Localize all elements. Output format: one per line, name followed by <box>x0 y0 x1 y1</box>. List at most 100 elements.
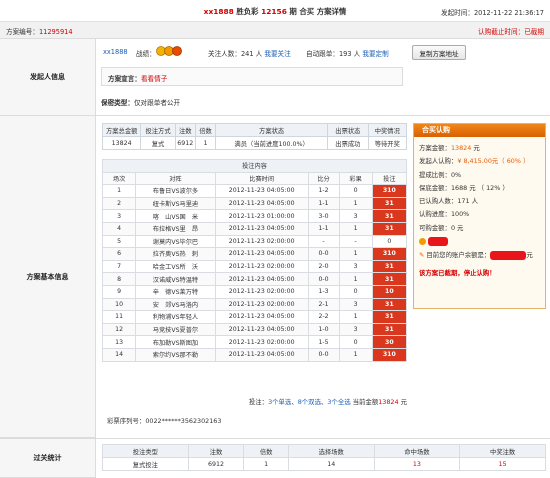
title-suffix: 合买 方案详情 <box>299 7 347 16</box>
custom-link[interactable]: 我要定制 <box>362 50 388 58</box>
page-header: xx1888 胜负彩 12156 期 合买 方案详情 发起时间：2012-11-… <box>0 0 550 22</box>
match-time: 2012-11-23 02:00:00 <box>214 259 309 274</box>
match-result: 0 <box>338 284 373 299</box>
redacted-username <box>428 236 449 246</box>
match-pick: 31 <box>371 209 408 223</box>
match-teams: 布加勒VS斯图加 <box>135 335 216 349</box>
match-result: 1 <box>338 196 373 211</box>
followers-label: 关注人数： <box>208 50 241 58</box>
match-score: 2-2 <box>307 310 340 324</box>
copy-address-button[interactable]: 复制方案地址 <box>412 45 466 60</box>
guarantee-row: 保底金额：1688 元 （ 12% ） <box>414 182 545 195</box>
match-score: 1-3 <box>307 284 340 299</box>
total-label: 方案金额： <box>419 144 451 152</box>
match-row: 12 马竞技VS夏普尔 2012-11-23 04:05:00 1-0 3 31 <box>101 322 408 337</box>
stats-section-label: 过关统计 <box>0 438 96 478</box>
record-badge-icon <box>156 45 182 57</box>
title-period: 12156 <box>261 7 287 16</box>
user-avatar-icon <box>419 237 426 245</box>
stats-header: 注数 <box>187 444 245 458</box>
match-teams: 纽卡斯VS马里迪 <box>135 196 216 211</box>
match-score: 3-0 <box>307 209 340 223</box>
match-pick: 310 <box>371 347 408 362</box>
sponsor-username[interactable]: xx1888 <box>103 48 128 56</box>
match-pick: 31 <box>371 259 408 274</box>
sponsor-section: xx1888 战绩： 关注人数：241 人 我要关注 自动跟单：193 人 我要… <box>96 39 550 116</box>
auto-unit: 人 <box>353 50 361 58</box>
picks-table: 投注内容 场次 对阵 比赛时间 比分 彩果 投注 1 布鲁日VS波尔多 2012-1… <box>101 159 408 362</box>
match-row: 6 拉齐奥VS热 刺 2012-11-23 04:05:00 0-0 1 310 <box>101 247 408 261</box>
buyers-row: 已认购人数：171 人 <box>414 195 545 208</box>
match-no: 5 <box>101 234 137 249</box>
picks-header: 投注 <box>371 171 408 186</box>
plan-section-label: 方案基本信息 <box>0 116 96 438</box>
summary-amount-label: 当前金额 <box>352 398 379 406</box>
match-pick: 10 <box>371 284 408 299</box>
match-row: 9辛 德VS莱万特 2012-11-23 02:00:00 1-3 0 10 <box>101 284 408 299</box>
match-result: 3 <box>338 297 373 312</box>
match-score: - <box>307 234 340 249</box>
sponsor-buy-value: ¥ 8,415.00元 <box>457 157 499 166</box>
match-result: 1 <box>338 221 373 236</box>
auto-label: 自动跟单： <box>306 50 339 58</box>
match-score: 1-1 <box>307 221 340 236</box>
match-pick: 31 <box>371 297 408 312</box>
match-row: 5 谢莫内VS毕尔巴 2012-11-23 02:00:00- -0 <box>101 234 408 249</box>
login-avatar-row <box>414 235 545 249</box>
stats-cell: 1 <box>243 457 289 471</box>
progress-row: 认购进度：100% <box>414 208 545 221</box>
match-row: 11 利物浦VS年轻人 2012-11-23 04:05:00 2-2 1 31 <box>101 310 408 324</box>
match-pick: 310 <box>371 247 408 261</box>
summary-amount: 13824 <box>378 398 399 406</box>
title-period-suffix: 期 <box>289 7 297 16</box>
picks-header: 彩果 <box>338 171 373 186</box>
stats-cell: 6912 <box>187 457 245 471</box>
commission-label: 提成比例： <box>419 170 451 179</box>
match-row: 2 纽卡斯VS马里迪 2012-11-23 04:05:00 1-1 1 31 <box>101 196 408 211</box>
match-time: 2012-11-23 02:00:00 <box>214 335 309 349</box>
match-score: 1-5 <box>307 335 340 349</box>
match-no: 4 <box>101 221 137 236</box>
match-row: 3喀 山VS国 米 2012-11-23 01:00:00 3-0 3 31 <box>101 209 408 223</box>
match-score: 0-0 <box>307 247 340 261</box>
match-result: 3 <box>338 209 373 223</box>
match-pick: 31 <box>371 221 408 236</box>
match-teams: 拉齐奥VS热 刺 <box>135 247 216 261</box>
auto-follow: 自动跟单：193 人 我要定制 <box>306 48 389 58</box>
balance-unit: 元 <box>526 251 533 260</box>
info-header: 投注方式 <box>140 123 176 137</box>
match-time: 2012-11-23 02:00:00 <box>214 284 309 299</box>
match-score: 0-0 <box>307 272 340 286</box>
title-user: xx1888 <box>203 7 234 16</box>
plan-info-table: 方案总金额 投注方式 注数 倍数 方案状态 出票状态 中奖情况 13824 复式… <box>101 123 408 150</box>
match-score: 2-1 <box>307 297 340 312</box>
stats-header: 中奖注数 <box>459 444 546 458</box>
stats-header: 命中场数 <box>373 444 461 458</box>
secrecy-value: 仅对跟单者公开 <box>133 99 181 107</box>
available-row: 可购金额：0 元 <box>414 222 545 235</box>
match-score: 2-0 <box>307 259 340 274</box>
match-teams: 索尔约VS那不勒 <box>135 347 216 362</box>
match-teams: 马竞技VS夏普尔 <box>135 322 216 337</box>
stats-table: 投注类型 注数 倍数 选择场数 命中场数 中奖注数 复式投注 6912 1 14… <box>102 444 546 471</box>
match-teams: 安 郊VS马洛内 <box>135 297 216 312</box>
sponsor-buy-row: 发起人认购：¥ 8,415.00元（ 60% ） <box>414 155 545 168</box>
ticket-serial: 彩票序列号：0022******3562302163 <box>107 416 221 425</box>
match-row: 14 索尔约VS那不勒 2012-11-23 04:05:00 0-0 1 310 <box>101 347 408 362</box>
stats-cell: 15 <box>459 457 546 471</box>
available-label: 可购金额： <box>419 223 451 232</box>
plan-number-label: 方案编号： <box>6 28 39 36</box>
match-time: 2012-11-23 04:05:00 <box>214 184 309 198</box>
match-pick: 31 <box>371 272 408 286</box>
match-time: 2012-11-23 01:00:00 <box>214 209 309 223</box>
summary-unit: 元 <box>400 398 407 406</box>
match-row: 10 安 郊VS马洛内 2012-11-23 02:00:00 2-1 3 31 <box>101 297 408 312</box>
match-row: 8 汉诺威VS特温特 2012-11-23 04:05:00 0-0 1 31 <box>101 272 408 286</box>
declaration-box: 方案宣言：看看情子 <box>101 67 403 86</box>
buyers-label: 已认购人数： <box>419 197 458 206</box>
info-cell: 等待开奖 <box>367 136 408 150</box>
match-teams: 利物浦VS年轻人 <box>135 310 216 324</box>
match-no: 1 <box>101 184 137 198</box>
follow-link[interactable]: 我要关注 <box>264 50 290 58</box>
plan-number-value: 11295914 <box>38 28 73 36</box>
